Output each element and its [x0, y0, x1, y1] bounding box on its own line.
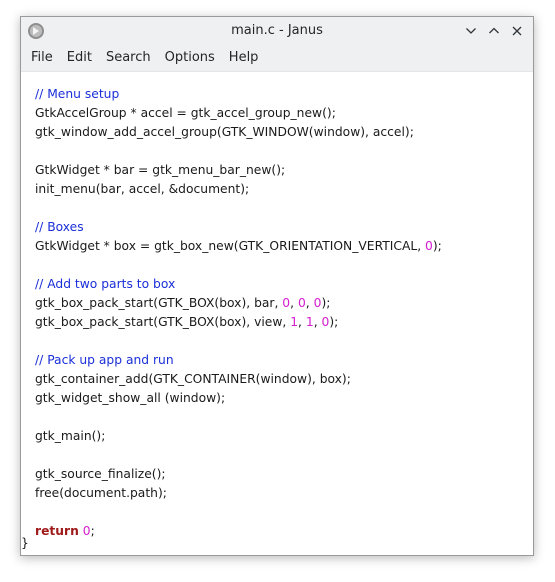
code-line: return 0;	[35, 522, 442, 541]
code-line: // Pack up app and run	[35, 351, 442, 370]
close-button[interactable]	[507, 21, 527, 41]
code-token-comment: // Menu setup	[35, 87, 120, 101]
code-line: // Menu setup	[35, 85, 442, 104]
code-line: // Boxes	[35, 218, 442, 237]
code-token-plain: );	[321, 296, 331, 310]
code-token-plain: gtk_box_pack_start(GTK_BOX(box), view,	[35, 315, 291, 329]
code-line: free(document.path);	[35, 484, 442, 503]
code-token-plain: );	[329, 315, 339, 329]
code-token-number: 1	[305, 315, 314, 329]
code-token-plain: GtkWidget * bar = gtk_menu_bar_new();	[35, 163, 286, 177]
menu-options[interactable]: Options	[158, 45, 222, 71]
code-token-number: 0	[297, 296, 306, 310]
code-token-plain: GtkAccelGroup * accel = gtk_accel_group_…	[35, 106, 336, 120]
minimize-button[interactable]	[461, 21, 481, 41]
code-token-number: 1	[290, 315, 299, 329]
menu-search[interactable]: Search	[99, 45, 158, 71]
code-token-plain: ,	[313, 315, 322, 329]
code-line: GtkWidget * bar = gtk_menu_bar_new();	[35, 161, 442, 180]
code-token-plain: ,	[305, 296, 314, 310]
code-token-comment: // Add two parts to box	[35, 277, 176, 291]
code-token-plain: free(document.path);	[35, 486, 167, 500]
window-title: main.c - Janus	[231, 23, 323, 38]
chevron-up-icon	[489, 27, 499, 34]
code-token-plain: gtk_source_finalize();	[35, 467, 166, 481]
code-token-plain: ,	[298, 315, 306, 329]
menu-bar: File Edit Search Options Help	[21, 45, 533, 72]
code-token-keyword: return	[35, 524, 79, 538]
code-token-number: 0	[425, 239, 433, 253]
code-token-plain: gtk_box_pack_start(GTK_BOX(box), bar,	[35, 296, 283, 310]
code-line: gtk_box_pack_start(GTK_BOX(box), bar, 0,…	[35, 294, 442, 313]
code-editor[interactable]: // Menu setup GtkAccelGroup * accel = gtk…	[21, 72, 533, 555]
code-line: // Add two parts to box	[35, 275, 442, 294]
closing-brace: }	[21, 536, 29, 550]
code-line: gtk_window_add_accel_group(GTK_WINDOW(wi…	[35, 123, 442, 142]
chevron-down-icon	[466, 28, 476, 34]
menu-edit[interactable]: Edit	[60, 45, 99, 71]
code-token-plain: ,	[290, 296, 298, 310]
code-token-comment: // Boxes	[35, 220, 84, 234]
code-text[interactable]: // Menu setup GtkAccelGroup * accel = gtk…	[35, 85, 442, 541]
code-token-plain: gtk_widget_show_all (window);	[35, 391, 226, 405]
code-token-number: 0	[282, 296, 291, 310]
code-line: GtkAccelGroup * accel = gtk_accel_group_…	[35, 104, 442, 123]
code-line: gtk_main();	[35, 427, 442, 446]
title-bar[interactable]: main.c - Janus	[21, 17, 533, 45]
menu-file[interactable]: File	[24, 45, 60, 71]
code-token-plain: gtk_window_add_accel_group(GTK_WINDOW(wi…	[35, 125, 414, 139]
code-line: GtkWidget * box = gtk_box_new(GTK_ORIENT…	[35, 237, 442, 256]
code-line: gtk_container_add(GTK_CONTAINER(window),…	[35, 370, 442, 389]
code-token-number: 0	[82, 524, 91, 538]
editor-window: main.c - Janus File Edit Search Options …	[20, 16, 534, 556]
close-icon	[512, 26, 522, 36]
code-token-plain: gtk_container_add(GTK_CONTAINER(window),…	[35, 372, 351, 386]
code-token-plain: );	[432, 239, 442, 253]
menu-help[interactable]: Help	[222, 45, 266, 71]
maximize-button[interactable]	[484, 21, 504, 41]
code-line: init_menu(bar, accel, &document);	[35, 180, 442, 199]
code-token-plain: ;	[90, 524, 95, 538]
code-line: gtk_source_finalize();	[35, 465, 442, 484]
code-token-plain: gtk_main();	[35, 429, 106, 443]
code-token-comment: // Pack up app and run	[35, 353, 174, 367]
code-token-plain: GtkWidget * box = gtk_box_new(GTK_ORIENT…	[35, 239, 426, 253]
code-line: gtk_box_pack_start(GTK_BOX(box), view, 1…	[35, 313, 442, 332]
code-token-plain: init_menu(bar, accel, &document);	[35, 182, 250, 196]
code-line: gtk_widget_show_all (window);	[35, 389, 442, 408]
